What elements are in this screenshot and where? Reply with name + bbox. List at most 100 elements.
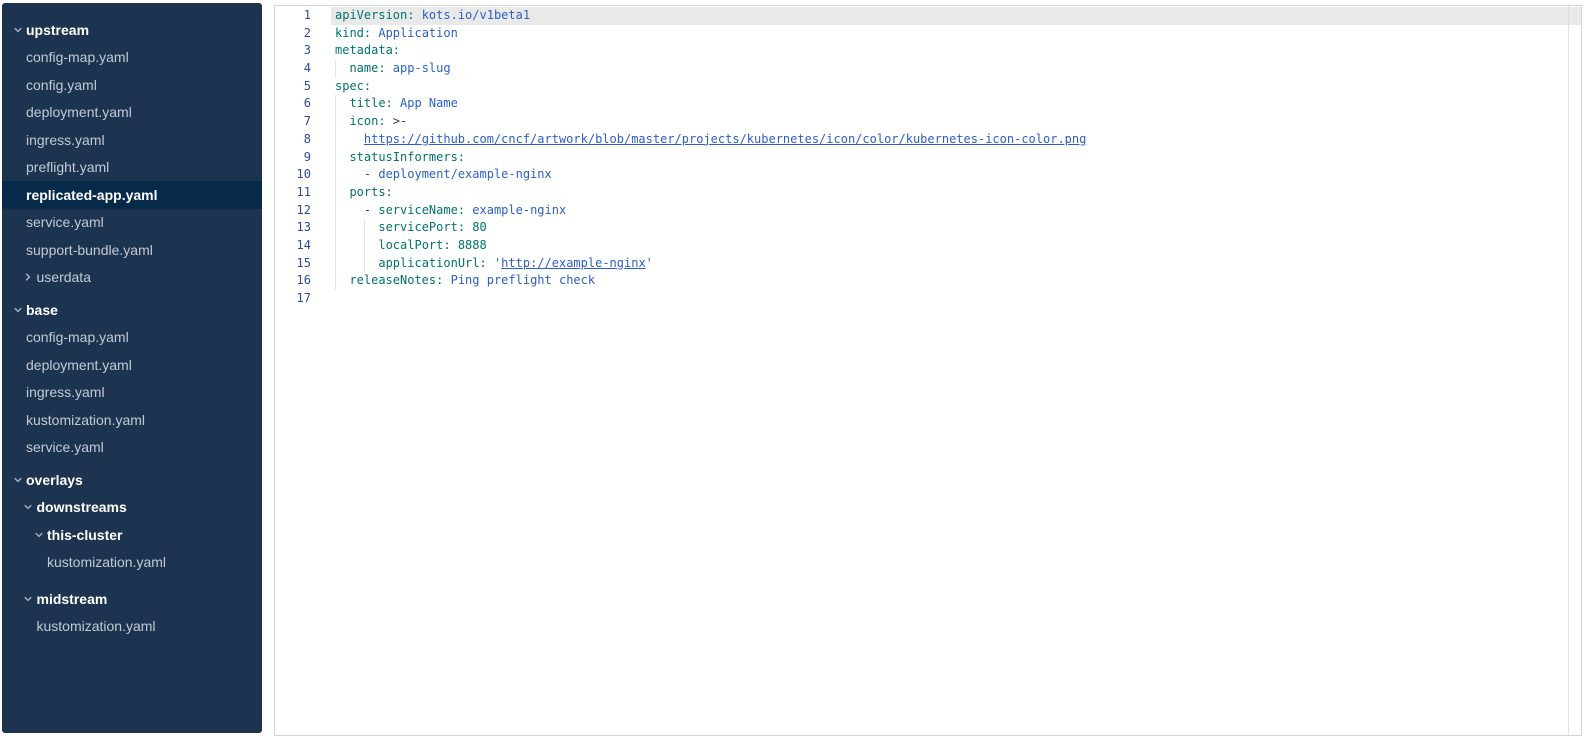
tree-item-label: base xyxy=(26,302,58,318)
code-token: kind: xyxy=(335,26,378,40)
tree-file-config-map.yaml[interactable]: config-map.yaml xyxy=(2,324,262,352)
code-line-1: 1apiVersion: kots.io/v1beta1 xyxy=(275,7,1581,25)
tree-item-label: kustomization.yaml xyxy=(37,618,156,634)
code-token: kots.io/v1beta1 xyxy=(422,8,530,22)
code-line-text: name: app-slug xyxy=(331,60,1581,78)
code-token: ports: xyxy=(349,185,392,199)
line-number: 15 xyxy=(275,255,331,273)
tree-folder-this-cluster[interactable]: this-cluster xyxy=(2,521,262,549)
chevron-right-icon[interactable] xyxy=(23,272,33,282)
code-token: name: xyxy=(349,61,392,75)
tree-item-label: replicated-app.yaml xyxy=(26,187,158,203)
code-line-text: - deployment/example-nginx xyxy=(331,166,1581,184)
code-line-14: 14localPort: 8888 xyxy=(275,237,1581,255)
tree-item-label: ingress.yaml xyxy=(26,384,105,400)
line-number: 12 xyxy=(275,202,331,220)
tree-file-deployment.yaml[interactable]: deployment.yaml xyxy=(2,351,262,379)
tree-item-label: upstream xyxy=(26,22,89,38)
code-line-16: 16releaseNotes: Ping preflight check xyxy=(275,272,1581,290)
tree-file-support-bundle.yaml[interactable]: support-bundle.yaml xyxy=(2,236,262,264)
code-line-text: servicePort: 80 xyxy=(331,219,1581,237)
tree-item-label: config.yaml xyxy=(26,77,97,93)
yaml-editor-panel[interactable]: 1apiVersion: kots.io/v1beta12kind: Appli… xyxy=(274,5,1582,736)
indent-guide xyxy=(335,202,336,220)
line-number: 4 xyxy=(275,60,331,78)
tree-item-label: ingress.yaml xyxy=(26,132,105,148)
editor-scrollbar-track[interactable] xyxy=(1568,6,1569,735)
tree-item-label: deployment.yaml xyxy=(26,104,132,120)
code-token: 8888 xyxy=(458,238,487,252)
tree-item-label: overlays xyxy=(26,472,83,488)
tree-folder-downstreams[interactable]: downstreams xyxy=(2,494,262,522)
tree-item-label: config-map.yaml xyxy=(26,329,129,345)
code-line-text: statusInformers: xyxy=(331,149,1581,167)
tree-folder-userdata[interactable]: userdata xyxy=(2,264,262,292)
line-number: 5 xyxy=(275,78,331,96)
code-line-text: - serviceName: example-nginx xyxy=(331,202,1581,220)
code-line-text: kind: Application xyxy=(331,25,1581,43)
line-number: 3 xyxy=(275,42,331,60)
code-token: releaseNotes: xyxy=(349,273,450,287)
tree-file-replicated-app.yaml[interactable]: replicated-app.yaml xyxy=(2,181,262,209)
code-line-text: applicationUrl: 'http://example-nginx' xyxy=(331,255,1581,273)
file-tree-sidebar: upstream config-map.yaml config.yaml deploy… xyxy=(2,3,262,733)
tree-folder-midstream[interactable]: midstream xyxy=(2,585,262,613)
line-number: 1 xyxy=(275,7,331,25)
tree-item-label: userdata xyxy=(37,269,91,285)
chevron-down-icon[interactable] xyxy=(34,530,44,540)
code-line-4: 4name: app-slug xyxy=(275,60,1581,78)
code-token: ' xyxy=(646,256,653,270)
tree-file-config-map.yaml[interactable]: config-map.yaml xyxy=(2,44,262,72)
indent-guide xyxy=(335,237,336,255)
chevron-down-icon[interactable] xyxy=(23,594,33,604)
tree-folder-upstream[interactable]: upstream xyxy=(2,16,262,44)
tree-file-service.yaml[interactable]: service.yaml xyxy=(2,209,262,237)
code-token: app-slug xyxy=(393,61,451,75)
code-token: example-nginx xyxy=(472,203,566,217)
code-line-text: title: App Name xyxy=(331,95,1581,113)
indent-guide xyxy=(335,166,336,184)
code-token: serviceName: xyxy=(378,203,472,217)
indent-guide xyxy=(364,219,365,237)
line-number: 8 xyxy=(275,131,331,149)
chevron-down-icon[interactable] xyxy=(13,305,23,315)
chevron-down-icon[interactable] xyxy=(23,502,33,512)
line-number: 11 xyxy=(275,184,331,202)
line-number: 7 xyxy=(275,113,331,131)
editor-code-area[interactable]: 1apiVersion: kots.io/v1beta12kind: Appli… xyxy=(275,6,1581,308)
tree-file-service.yaml[interactable]: service.yaml xyxy=(2,434,262,462)
tree-file-ingress.yaml[interactable]: ingress.yaml xyxy=(2,126,262,154)
code-token: deployment/example-nginx xyxy=(378,167,551,181)
tree-file-deployment.yaml[interactable]: deployment.yaml xyxy=(2,99,262,127)
tree-folder-overlays[interactable]: overlays xyxy=(2,466,262,494)
tree-file-ingress.yaml[interactable]: ingress.yaml xyxy=(2,379,262,407)
code-token: App Name xyxy=(400,96,458,110)
line-number: 14 xyxy=(275,237,331,255)
tree-file-config.yaml[interactable]: config.yaml xyxy=(2,71,262,99)
tree-item-label: support-bundle.yaml xyxy=(26,242,153,258)
tree-item-label: midstream xyxy=(37,591,108,607)
code-line-10: 10- deployment/example-nginx xyxy=(275,166,1581,184)
tree-file-kustomization.yaml[interactable]: kustomization.yaml xyxy=(2,406,262,434)
indent-guide xyxy=(335,131,336,149)
code-token: title: xyxy=(349,96,400,110)
tree-file-preflight.yaml[interactable]: preflight.yaml xyxy=(2,154,262,182)
line-number: 17 xyxy=(275,290,331,308)
code-line-8: 8https://github.com/cncf/artwork/blob/ma… xyxy=(275,131,1581,149)
tree-file-kustomization.yaml[interactable]: kustomization.yaml xyxy=(2,613,262,641)
chevron-down-icon[interactable] xyxy=(13,475,23,485)
code-line-12: 12- serviceName: example-nginx xyxy=(275,202,1581,220)
code-token: spec: xyxy=(335,79,371,93)
code-token: >- xyxy=(393,114,407,128)
code-line-6: 6title: App Name xyxy=(275,95,1581,113)
code-line-9: 9statusInformers: xyxy=(275,149,1581,167)
tree-file-kustomization.yaml[interactable]: kustomization.yaml xyxy=(2,549,262,577)
code-line-text xyxy=(331,290,1581,308)
tree-item-label: deployment.yaml xyxy=(26,357,132,373)
code-token: - xyxy=(364,167,378,181)
chevron-down-icon[interactable] xyxy=(13,25,23,35)
tree-folder-base[interactable]: base xyxy=(2,296,262,324)
tree-item-label: kustomization.yaml xyxy=(26,412,145,428)
code-line-text: https://github.com/cncf/artwork/blob/mas… xyxy=(331,131,1581,149)
tree-item-label: this-cluster xyxy=(47,527,122,543)
